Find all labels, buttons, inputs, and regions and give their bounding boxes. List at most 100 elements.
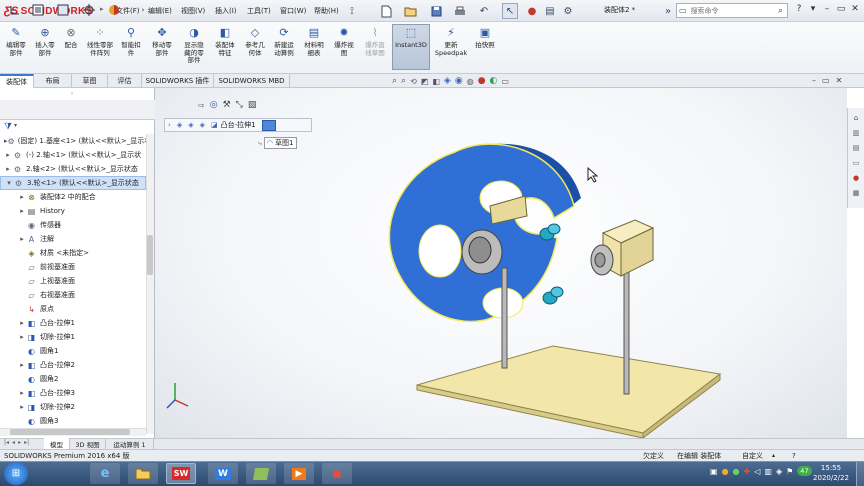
tree-item[interactable]: ▱ 上视基准面 (0, 274, 146, 288)
context-hide-icon[interactable]: ⤡ (236, 100, 243, 110)
tree-item[interactable]: ▸ A 注解 (0, 232, 146, 246)
tree-item[interactable]: ◐ 圆角1 (0, 344, 146, 358)
display-manager-tab-icon[interactable] (103, 2, 125, 18)
tree-item[interactable]: ↳ 原点 (0, 302, 146, 316)
dynamic-annotation-icon[interactable]: ◧ (432, 77, 440, 86)
menu-window[interactable]: 窗口(W) (280, 5, 306, 17)
status-help-icon[interactable]: ? (792, 452, 796, 460)
context-edit-icon[interactable]: ⚒ (223, 100, 231, 110)
breadcrumb-component-icon[interactable]: ◈ (197, 121, 208, 129)
pin-icon[interactable]: ⟟ (344, 3, 360, 19)
taskpane-home-icon[interactable]: ⌂ (850, 112, 862, 124)
tree-item[interactable]: ◐ 圆角3 (0, 414, 146, 428)
tree-expand-icon[interactable]: ▸ (18, 389, 26, 397)
tree-item[interactable]: ▸ ◨ 切除-拉伸1 (0, 330, 146, 344)
previous-view-icon[interactable]: ⟲ (410, 77, 417, 86)
breadcrumb-assembly-icon[interactable]: ◈ (174, 121, 185, 129)
taskbar-explorer[interactable] (128, 463, 158, 484)
display-style-icon[interactable]: ◉ (455, 76, 463, 86)
tree-expand-icon[interactable]: ▸ (18, 319, 26, 327)
help-dropdown-icon[interactable]: ▾ (806, 2, 820, 16)
exploded-view-button[interactable]: ✸ 爆炸视图 (330, 26, 358, 74)
taskpane-file-explorer-icon[interactable]: ▭ (850, 157, 862, 169)
tray-flag-icon[interactable]: ⚑ (786, 467, 793, 476)
taskbar-solidworks[interactable]: SW (166, 463, 196, 484)
tree-expand-icon[interactable]: ▾ (5, 179, 13, 187)
monitor-icon[interactable]: ▭ (501, 77, 509, 86)
tree-vertical-scrollbar[interactable] (146, 134, 154, 434)
configuration-manager-tab-icon[interactable] (52, 2, 74, 18)
status-units-dropdown-icon[interactable]: ▴ (772, 452, 775, 459)
tray-red-icon[interactable]: ✚ (744, 467, 751, 476)
context-mate-icon[interactable]: ◎ (210, 100, 218, 110)
hide-show-icon[interactable]: ◍ (467, 77, 474, 86)
tree-item[interactable]: ▸ ◧ 凸台-拉伸2 (0, 358, 146, 372)
reference-geometry-button[interactable]: ◇ 参考几 何体 (242, 26, 268, 74)
status-units[interactable]: 自定义 (742, 451, 763, 461)
tree-expand-icon[interactable]: ▸ (18, 403, 26, 411)
tree-item[interactable]: ▱ 前视基准面 (0, 260, 146, 274)
menu-insert[interactable]: 插入(I) (215, 5, 237, 17)
tab-model[interactable]: 模型 (44, 438, 70, 449)
menu-help[interactable]: 帮助(H) (314, 5, 339, 17)
breadcrumb-part-icon[interactable]: ◈ (185, 121, 196, 129)
tab-solidworks-mbd[interactable]: SOLIDWORKS MBD (214, 74, 290, 88)
dimxpert-tab-icon[interactable] (78, 2, 100, 18)
tree-scroll-thumb[interactable] (147, 235, 153, 275)
tab-solidworks-addins[interactable]: SOLIDWORKS 插件 (142, 74, 214, 88)
tab-3d-view[interactable]: 3D 视图 (70, 438, 106, 449)
update-speedpak-button[interactable]: ⚡ 更新 Speedpak (434, 26, 468, 74)
restore-button[interactable]: ▭ (834, 2, 848, 16)
tree-item[interactable]: ▸ ⊗ 装配体2 中的配合 (0, 190, 146, 204)
explode-line-sketch-button[interactable]: ⌇ 爆炸直 线草图 (360, 26, 390, 74)
rebuild-icon[interactable]: ● (524, 3, 540, 19)
menu-view[interactable]: 视图(V) (181, 5, 205, 17)
viewport-minimize-icon[interactable]: – (812, 76, 816, 85)
tree-expand-icon[interactable]: ▸ (4, 151, 12, 159)
breadcrumb-feature-label[interactable]: 凸台-拉伸1 (221, 120, 256, 130)
insert-components-button[interactable]: ⊕ 插入零 部件 (32, 26, 58, 74)
tab-last-icon[interactable]: ▸| (24, 439, 29, 446)
tray-app-icon[interactable]: ▣ (710, 467, 718, 476)
viewport-restore-icon[interactable]: ▭ (822, 76, 830, 85)
tree-item[interactable]: ◉ 传感器 (0, 218, 146, 232)
close-button[interactable]: ✕ (848, 2, 862, 16)
tree-item[interactable]: ▸ ▤ History (0, 204, 146, 218)
show-desktop-button[interactable] (856, 462, 864, 486)
breadcrumb-arrow-icon[interactable]: › (165, 121, 174, 129)
print-icon[interactable] (452, 3, 468, 19)
zoom-to-fit-icon[interactable]: ⌕ (392, 76, 397, 86)
file-properties-icon[interactable]: ▤ (542, 3, 558, 19)
open-folder-icon[interactable] (402, 3, 418, 19)
tab-motion-study[interactable]: 运动算例 1 (106, 438, 154, 449)
tree-item[interactable]: ▸ ◧ 凸台-拉伸1 (0, 316, 146, 330)
tree-expand-icon[interactable]: ▸ (18, 235, 26, 243)
new-document-icon[interactable] (378, 3, 394, 19)
mate-button[interactable]: ⊗ 配合 (60, 26, 82, 74)
tree-expand-icon[interactable]: ▸ (18, 361, 26, 369)
assembly-features-button[interactable]: ◧ 装配体 特征 (210, 26, 240, 74)
taskpane-appearances-icon[interactable]: ● (850, 172, 862, 184)
breadcrumb-sketch-tile[interactable] (261, 119, 276, 131)
tray-network-icon[interactable]: ▥ (764, 467, 772, 476)
tree-item[interactable]: ◈ 材质 <未指定> (0, 246, 146, 260)
tree-expand-icon[interactable]: ▸ (18, 333, 26, 341)
sketch-icon[interactable]: ◠ 草图1 (263, 137, 297, 149)
panel-handle[interactable]: ◦ (70, 90, 74, 98)
expand-arrows-icon[interactable]: » (660, 3, 676, 19)
tree-item[interactable]: ▱ 右视基准面 (0, 288, 146, 302)
panel-expand-arrow-icon[interactable]: › (136, 2, 150, 18)
options-gear-icon[interactable]: ⚙ (560, 3, 576, 19)
appearance-icon[interactable]: ● (478, 76, 486, 86)
search-icon[interactable]: ⌕ (778, 6, 783, 16)
tree-item[interactable]: ◐ 圆角2 (0, 372, 146, 386)
tab-layout[interactable]: 布局 (34, 74, 72, 88)
move-component-button[interactable]: ✥ 移动零 部件 (146, 26, 178, 74)
start-button[interactable]: ⊞ (4, 462, 28, 485)
select-arrow-icon[interactable]: ↖ (502, 3, 518, 19)
tree-item[interactable]: ▸ ⚙ 2.轴<2> (默认<<默认>_显示状态 (0, 162, 146, 176)
property-manager-tab-icon[interactable] (27, 2, 49, 18)
tab-evaluate[interactable]: 评估 (108, 74, 142, 88)
taskbar-app-blue[interactable]: W (208, 463, 238, 484)
linear-pattern-button[interactable]: ⁘ 线性零部 件阵列 (84, 26, 116, 74)
